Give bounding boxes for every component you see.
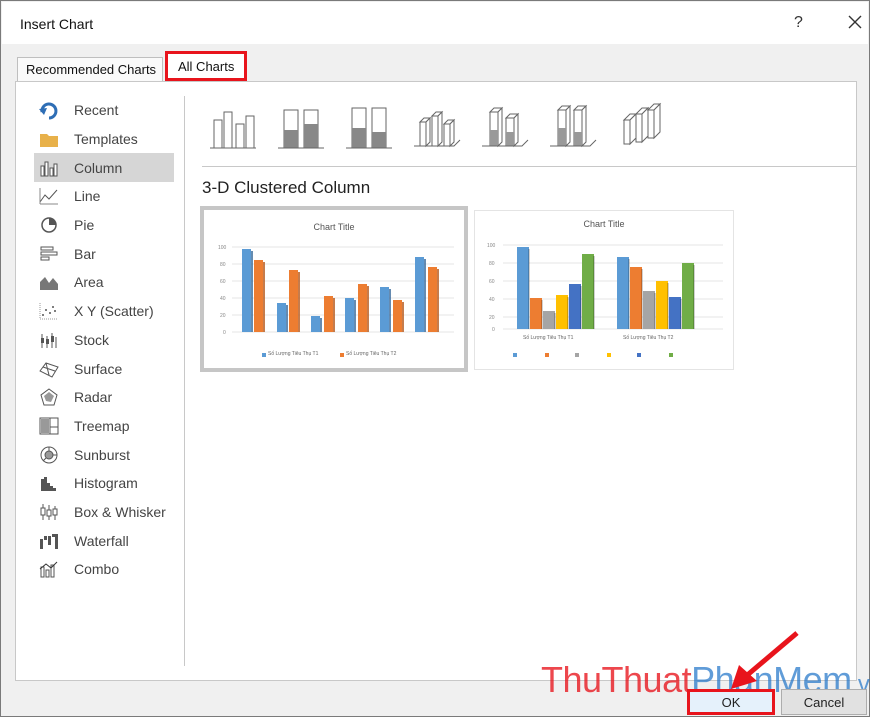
chart-preview-2[interactable]: Chart Title 100 80 60 40 20 0 Số Lượng Tiêu T…: [474, 210, 734, 370]
red-arrow-icon: [731, 631, 799, 689]
sidebar-item-radar[interactable]: Radar: [34, 383, 174, 412]
svg-text:20: 20: [489, 315, 495, 321]
stock-icon: [41, 332, 57, 348]
sidebar-item-pie[interactable]: Pie: [34, 211, 174, 240]
svg-text:60: 60: [489, 279, 495, 285]
scatter-icon: [39, 303, 58, 320]
radar-icon: [40, 388, 58, 406]
box-whisker-icon: [40, 503, 58, 520]
sunburst-icon: [40, 446, 58, 464]
combo-icon: [39, 561, 58, 578]
histogram-icon: [41, 477, 56, 492]
line-icon: [39, 188, 58, 205]
sidebar-item-label: Stock: [74, 331, 110, 348]
category-label: Số Lượng Tiêu Thụ T2: [623, 335, 674, 341]
sidebar-item-label: Area: [74, 274, 104, 291]
tab-recommended-charts[interactable]: Recommended Charts: [17, 57, 163, 81]
watermark-part: ThuThuat: [541, 659, 692, 700]
divider: [184, 96, 185, 666]
sidebar-item-label: Radar: [74, 389, 113, 406]
sidebar-item-treemap[interactable]: Treemap: [34, 412, 174, 441]
sidebar-item-histogram[interactable]: Histogram: [34, 469, 174, 498]
sidebar-item-label: Histogram: [74, 475, 138, 492]
dialog-title: Insert Chart: [20, 16, 94, 32]
area-icon: [40, 277, 58, 291]
tab-all-charts[interactable]: All Charts: [165, 51, 247, 81]
sidebar-item-recent[interactable]: Recent: [34, 96, 174, 125]
preview-2-plot: 100 80 60 40 20 0: [487, 243, 723, 357]
3d-column-icon[interactable]: [616, 102, 666, 152]
preview-1-plot: 100 80 60 40 20 0: [218, 245, 454, 357]
sidebar-item-area[interactable]: Area: [34, 268, 174, 297]
svg-text:80: 80: [220, 262, 226, 268]
surface-icon: [39, 361, 59, 378]
legend-label: Số Lượng Tiêu Thụ T2: [346, 351, 397, 357]
100-stacked-column-icon[interactable]: [344, 102, 394, 152]
insert-chart-dialog: Insert Chart ? Recommended Charts All Ch…: [0, 0, 870, 717]
sidebar-item-label: Pie: [74, 217, 95, 234]
sidebar-item-label: Templates: [74, 131, 138, 148]
sidebar-item-label: Combo: [74, 561, 120, 578]
sidebar-item-combo[interactable]: Combo: [34, 555, 174, 584]
stacked-column-icon[interactable]: [276, 102, 326, 152]
column-icon: [40, 161, 58, 177]
waterfall-icon: [40, 533, 58, 549]
3d-clustered-column-icon[interactable]: [412, 102, 462, 152]
sidebar-item-label: Box & Whisker: [74, 503, 166, 520]
pie-icon: [41, 217, 57, 233]
3d-stacked-column-icon[interactable]: [480, 102, 530, 152]
templates-icon: [40, 134, 58, 148]
svg-text:100: 100: [218, 245, 227, 251]
sidebar-item-label: X Y (Scatter): [74, 303, 154, 320]
close-icon[interactable]: [845, 12, 865, 32]
sidebar-item-surface[interactable]: Surface: [34, 354, 174, 383]
sidebar-item-scatter[interactable]: X Y (Scatter): [34, 297, 174, 326]
svg-text:20: 20: [220, 313, 226, 319]
legend-label: Số Lượng Tiêu Thụ T1: [268, 351, 319, 357]
chart-type-list: Recent Templates Column Line Pie Bar Area X Y (…: [34, 96, 174, 584]
svg-text:60: 60: [220, 279, 226, 285]
cancel-button[interactable]: Cancel: [781, 689, 867, 715]
sidebar-item-column[interactable]: Column: [34, 153, 174, 183]
ok-button[interactable]: OK: [687, 689, 775, 715]
sidebar-item-line[interactable]: Line: [34, 182, 174, 211]
sidebar-item-stock[interactable]: Stock: [34, 326, 174, 355]
treemap-icon: [39, 417, 59, 435]
divider: [202, 166, 856, 167]
title-bar: Insert Chart ?: [2, 2, 868, 44]
svg-text:40: 40: [489, 297, 495, 303]
chart-subtype-row: [208, 102, 678, 152]
svg-text:40: 40: [220, 296, 226, 302]
help-button[interactable]: ?: [794, 14, 803, 32]
svg-text:0: 0: [492, 327, 495, 333]
sidebar-item-label: Column: [74, 159, 123, 176]
svg-text:80: 80: [489, 261, 495, 267]
svg-text:100: 100: [487, 243, 496, 249]
sidebar-item-label: Recent: [74, 102, 119, 119]
subtype-title: 3-D Clustered Column: [202, 178, 371, 197]
category-label: Số Lượng Tiêu Thụ T1: [523, 335, 574, 341]
sidebar-item-label: Bar: [74, 245, 96, 262]
sidebar-item-waterfall[interactable]: Waterfall: [34, 526, 174, 555]
sidebar-item-label: Waterfall: [74, 532, 129, 549]
chart-panel: Recent Templates Column Line Pie Bar Area X Y (…: [15, 81, 857, 681]
bar-icon: [40, 246, 58, 261]
sidebar-item-box-whisker[interactable]: Box & Whisker: [34, 498, 174, 527]
sidebar-item-label: Sunburst: [74, 446, 131, 463]
recent-icon: [39, 102, 58, 120]
sidebar-item-templates[interactable]: Templates: [34, 125, 174, 154]
sidebar-item-label: Surface: [74, 360, 123, 377]
sidebar-item-bar[interactable]: Bar: [34, 239, 174, 268]
chart-preview-1[interactable]: Chart Title 100 80 60 40 20 0 Số Lượng Tiêu T…: [200, 206, 468, 372]
sidebar-item-label: Line: [74, 188, 101, 205]
sidebar-item-label: Treemap: [74, 417, 130, 434]
svg-text:0: 0: [223, 330, 226, 336]
sidebar-item-sunburst[interactable]: Sunburst: [34, 440, 174, 469]
clustered-column-icon[interactable]: [208, 102, 258, 152]
3d-100-stacked-column-icon[interactable]: [548, 102, 598, 152]
